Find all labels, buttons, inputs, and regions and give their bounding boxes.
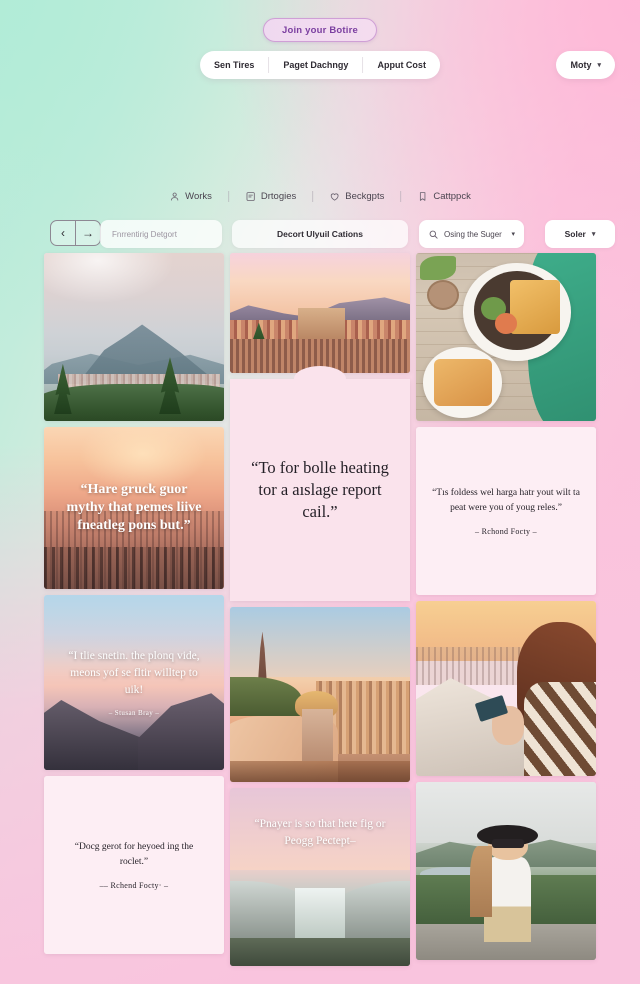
sidebar-item-cattppck-label: Cattppck — [433, 191, 471, 202]
chevron-down-icon: ▾ — [597, 62, 601, 69]
heart-icon — [329, 191, 340, 202]
sidebar-item-works-label: Works — [185, 191, 212, 202]
quote-text: “Hare gruck guor mythy that pemes liive … — [66, 482, 202, 533]
nav-item-2-label: Apput Cost — [377, 60, 426, 70]
photo-eiffel-selfie — [230, 607, 410, 782]
photo-woman-hat-lake — [416, 782, 596, 960]
next-button[interactable]: → — [76, 221, 100, 245]
quote-overlay: “I tlie snetin. the plonq vide, meons yo… — [44, 595, 224, 770]
card-mountain-valley[interactable] — [44, 253, 224, 421]
chevron-down-icon: ▾ — [511, 231, 515, 238]
card-quote-rocket[interactable]: “Docg gerot for heyoed ing the roclet.” … — [44, 776, 224, 954]
search-input[interactable]: Fnrrentirig Detgort — [100, 220, 222, 248]
sidebar-item-drtogies[interactable]: Drtogies — [229, 191, 312, 202]
card-quote-report[interactable]: “To for bolle heating tor a aıslage repo… — [230, 366, 410, 601]
nav-item-2[interactable]: Apput Cost — [363, 51, 440, 79]
card-town-hillside[interactable] — [230, 253, 410, 373]
category-chip[interactable]: Decort Ulyuil Cations — [232, 220, 408, 248]
card-rooftop-phone[interactable] — [416, 601, 596, 776]
join-button[interactable]: Join your Botire — [262, 18, 378, 42]
iconnav-divider — [312, 191, 314, 202]
quote-text: “Tıs foldess wel harga hatr yout wilt ta… — [432, 487, 580, 513]
quote-attribution: – Rchond Focty – — [475, 527, 537, 537]
sidebar-item-drtogies-label: Drtogies — [260, 191, 297, 202]
bookmark-icon — [417, 191, 428, 202]
card-sunset-city-quote[interactable]: “Hare gruck guor mythy that pemes liive … — [44, 427, 224, 589]
pin-grid: “Hare gruck guor mythy that pemes liive … — [44, 253, 596, 966]
primary-nav: Sen Tires Paget Dachngy Apput Cost — [200, 51, 440, 79]
search-input-placeholder: Fnrrentirig Detgort — [112, 229, 177, 239]
quote-paper: “Docg gerot for heyoed ing the roclet.” … — [44, 776, 224, 954]
sort-dropdown-label: Soler — [564, 229, 586, 239]
nav-item-1-label: Paget Dachngy — [283, 60, 349, 70]
book-icon — [245, 191, 256, 202]
nav-item-0[interactable]: Sen Tires — [200, 51, 268, 79]
quote-paper: “To for bolle heating tor a aıslage repo… — [230, 379, 410, 601]
join-button-label: Join your Botire — [281, 24, 359, 36]
quote-paper: “Tıs foldess wel harga hatr yout wilt ta… — [416, 427, 596, 595]
quote-attribution: – Stusan Bray – — [108, 708, 160, 717]
card-waterfall-quote[interactable]: “Pnayer is so that hete fig or Peogg Pec… — [230, 788, 410, 966]
app-page: Join your Botire Sen Tires Paget Dachngy… — [0, 0, 640, 984]
sidebar-item-beckgpts-label: Beckgpts — [345, 191, 385, 202]
photo-mountain-valley — [44, 253, 224, 421]
quote-overlay: “Hare gruck guor mythy that pemes liive … — [44, 427, 224, 589]
category-chip-label: Decort Ulyuil Cations — [277, 229, 363, 239]
card-breakfast-table[interactable] — [416, 253, 596, 421]
grid-column-2: “To for bolle heating tor a aıslage repo… — [230, 253, 410, 966]
pager-controls: ‹ → — [50, 220, 101, 246]
quote-overlay: “Pnayer is so that hete fig or Peogg Pec… — [230, 788, 410, 966]
secondary-nav: Works Drtogies Beckgpts Cattppck — [153, 191, 487, 202]
quote-text: “Pnayer is so that hete fig or Peogg Pec… — [254, 818, 386, 847]
sugar-filter-dropdown[interactable]: Osing the Suger ▾ — [419, 220, 524, 248]
top-bar: Join your Botire Sen Tires Paget Dachngy… — [0, 0, 640, 105]
prev-button[interactable]: ‹ — [51, 221, 75, 245]
quote-text: “I tlie snetin. the plonq vide, meons yo… — [68, 650, 200, 696]
grid-column-1: “Hare gruck guor mythy that pemes liive … — [44, 253, 224, 966]
account-menu[interactable]: Moty ▾ — [556, 51, 615, 79]
card-dawn-mountain-quote[interactable]: “I tlie snetin. the plonq vide, meons yo… — [44, 595, 224, 770]
nav-item-1[interactable]: Paget Dachngy — [269, 51, 362, 79]
sidebar-item-beckgpts[interactable]: Beckgpts — [313, 191, 400, 202]
sidebar-item-cattppck[interactable]: Cattppck — [401, 191, 487, 202]
card-quote-foldess[interactable]: “Tıs foldess wel harga hatr yout wilt ta… — [416, 427, 596, 595]
grid-column-3: “Tıs foldess wel harga hatr yout wilt ta… — [416, 253, 596, 966]
photo-sunset-town — [230, 253, 410, 373]
iconnav-divider — [400, 191, 402, 202]
sugar-filter-label: Osing the Suger — [444, 229, 502, 239]
photo-rooftop-phone — [416, 601, 596, 776]
nav-item-0-label: Sen Tires — [214, 60, 255, 70]
sort-dropdown[interactable]: Soler ▾ — [545, 220, 615, 248]
filter-bar: ‹ → Fnrrentirig Detgort Decort Ulyuil Ca… — [0, 220, 640, 248]
card-woman-hat-lake[interactable] — [416, 782, 596, 960]
quote-text: “To for bolle heating tor a aıslage repo… — [251, 458, 389, 521]
quote-text: “Docg gerot for heyoed ing the roclet.” — [74, 841, 194, 867]
chevron-left-icon: ‹ — [61, 226, 65, 240]
sidebar-item-works[interactable]: Works — [153, 191, 228, 202]
chevron-down-icon: ▾ — [591, 231, 596, 238]
quote-attribution: –– Rchend Focty· – — [99, 881, 169, 891]
arrow-right-icon: → — [82, 226, 94, 240]
user-icon — [169, 191, 180, 202]
search-icon — [428, 229, 439, 240]
photo-breakfast-table — [416, 253, 596, 421]
account-menu-label: Moty — [570, 60, 592, 70]
card-eiffel-selfie[interactable] — [230, 607, 410, 782]
iconnav-divider — [227, 191, 229, 202]
